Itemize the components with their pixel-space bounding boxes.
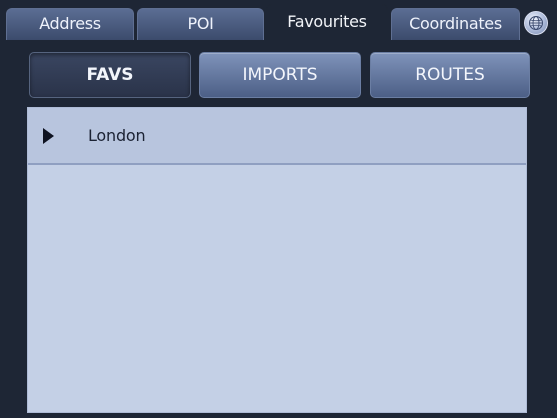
favourites-list: London: [27, 107, 527, 413]
list-item[interactable]: London: [28, 108, 526, 165]
globe-icon: [529, 16, 543, 30]
tab-favourites[interactable]: Favourites: [266, 4, 388, 40]
play-arrow-icon: [43, 128, 54, 144]
tab-coordinates[interactable]: Coordinates: [391, 8, 520, 40]
top-tab-bar: Address POI Favourites Coordinates: [0, 0, 557, 40]
favs-button[interactable]: FAVS: [29, 52, 191, 98]
tab-poi[interactable]: POI: [137, 8, 264, 40]
app-window: Address POI Favourites Coordinates FAVS …: [0, 0, 557, 418]
sub-tab-bar: FAVS IMPORTS ROUTES: [0, 40, 557, 106]
tab-address[interactable]: Address: [6, 8, 134, 40]
list-item-label: London: [88, 126, 146, 145]
routes-button[interactable]: ROUTES: [370, 52, 530, 98]
globe-button[interactable]: [524, 11, 548, 35]
right-border: [549, 40, 557, 418]
imports-button[interactable]: IMPORTS: [199, 52, 361, 98]
